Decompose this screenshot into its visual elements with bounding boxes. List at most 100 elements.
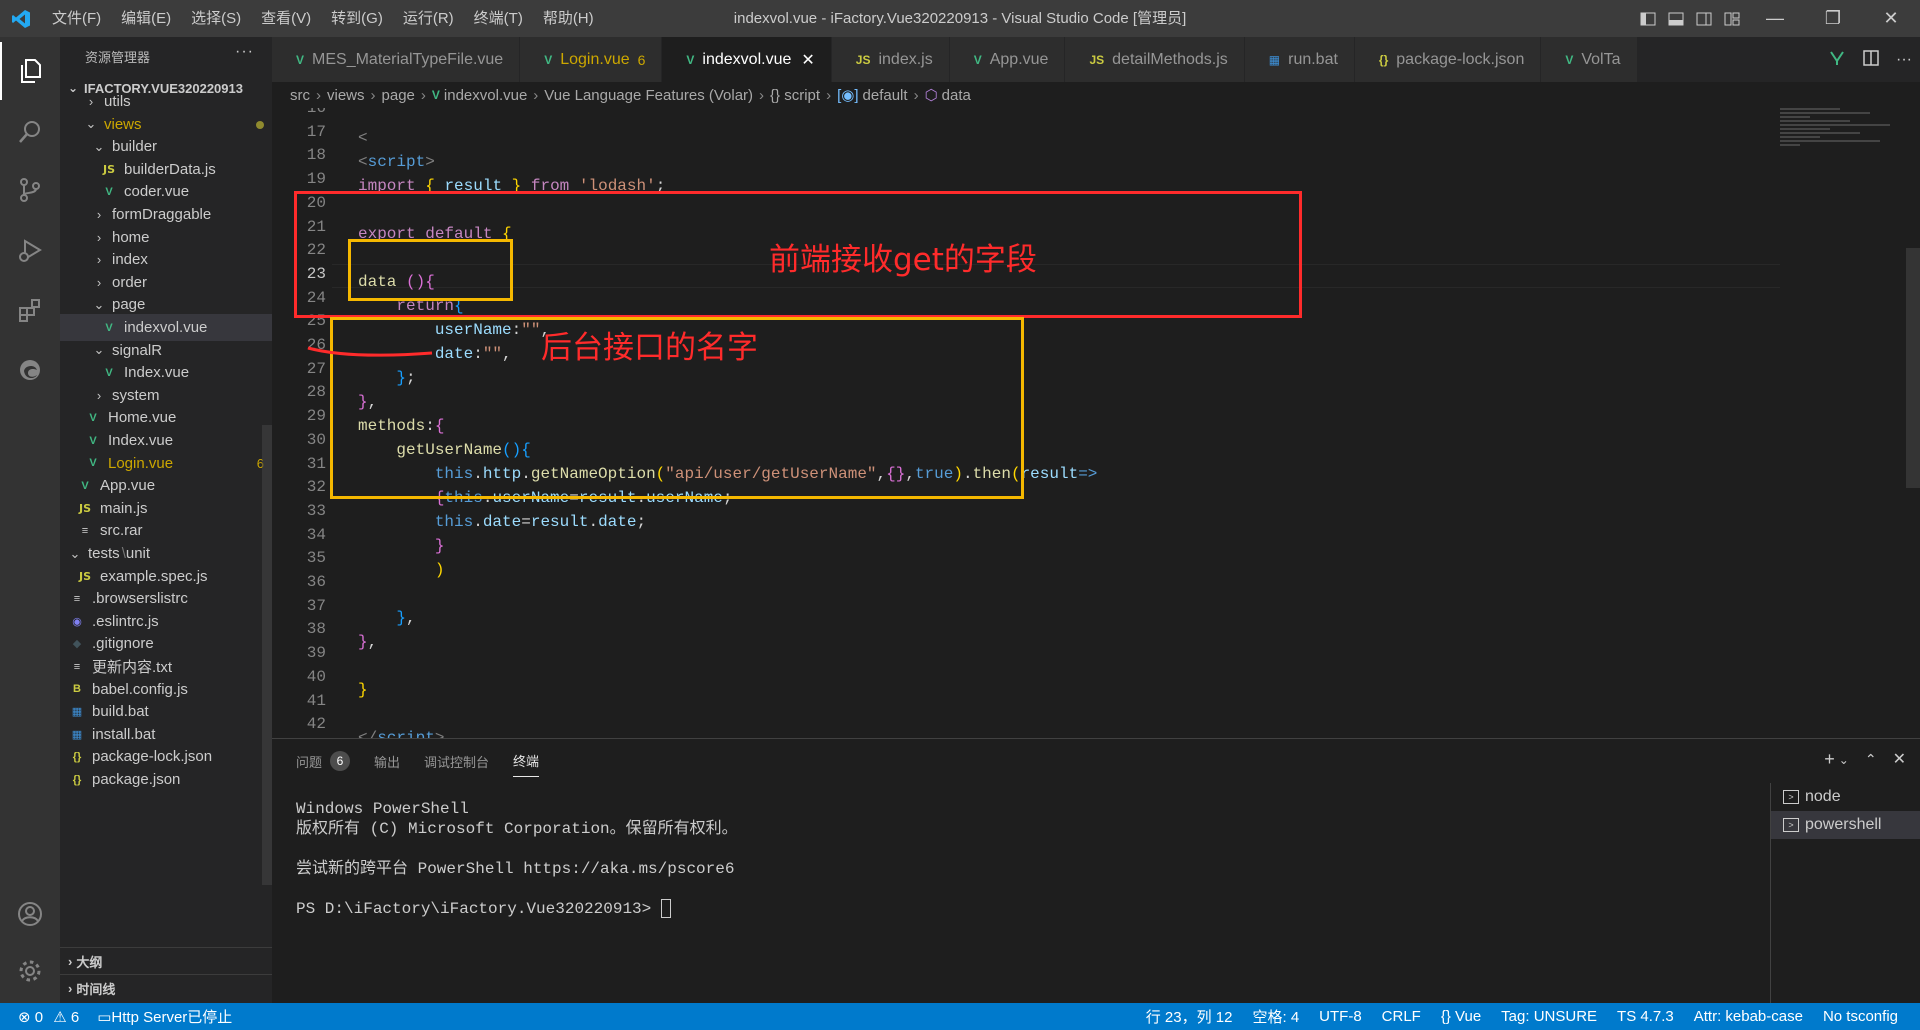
cursor-position[interactable]: 行 23，列 12 (1146, 1006, 1233, 1027)
chevron-right-icon: › (96, 207, 102, 222)
extensions-icon[interactable] (0, 281, 60, 339)
tab-debug-console[interactable]: 调试控制台 (424, 746, 489, 777)
tab-problems[interactable]: 问题 6 (296, 745, 351, 777)
minimize-icon[interactable]: — (1746, 0, 1804, 37)
terminal-line: 尝试新的跨平台 PowerShell https://aka.ms/pscore… (296, 860, 735, 878)
chevron-down-icon: ⌄ (85, 116, 97, 132)
timeline-section[interactable]: › 时间线 (60, 974, 272, 1001)
close-window-icon[interactable]: ✕ (1862, 0, 1920, 37)
breadcrumb-item[interactable]: default (863, 87, 908, 104)
editor-tab[interactable]: V VolTa (1541, 37, 1638, 82)
error-icon: ⊗ (18, 1008, 31, 1026)
menu-selection[interactable]: 选择(S) (181, 0, 251, 37)
outline-section[interactable]: › 大纲 (60, 947, 272, 974)
minimap[interactable] (1780, 108, 1900, 208)
tab-terminal[interactable]: 终端 (513, 745, 540, 777)
menu-terminal[interactable]: 终端(T) (464, 0, 533, 37)
http-server-status[interactable]: ▭Http Server已停止 (97, 1006, 232, 1027)
terminal-output[interactable]: Windows PowerShell 版权所有 (C) Microsoft Cor… (296, 799, 738, 919)
line-ending[interactable]: CRLF (1382, 1008, 1421, 1025)
editor-tab[interactable]: V App.vue (949, 37, 1066, 82)
settings-gear-icon[interactable] (0, 942, 60, 1000)
tsconfig-status[interactable]: No tsconfig (1823, 1008, 1898, 1025)
new-terminal-icon[interactable]: + (1824, 749, 1835, 770)
explorer-title: 资源管理器 (85, 49, 151, 65)
tab-label: MES_MaterialTypeFile.vue (312, 50, 504, 68)
breadcrumb-item[interactable]: data (942, 87, 971, 104)
code-editor[interactable]: 16 17 18 19 20 21 22 23 24 25 26 27 28 29 30 31 32 33 34 35… (272, 108, 1920, 738)
git-file-icon: ◆ (72, 638, 82, 651)
line-number: 38 (306, 620, 326, 639)
breadcrumb-item[interactable]: {} script (770, 87, 820, 104)
chevron-right-icon: › (826, 86, 832, 104)
editor-tabs: V MES_MaterialTypeFile.vue V Login.vue 6 Vind… (272, 37, 1920, 82)
explorer-icon[interactable] (0, 42, 60, 100)
line-number: 19 (306, 170, 326, 189)
tree-item-label: Index.vue (124, 364, 190, 382)
line-number: 25 (306, 312, 326, 331)
indentation[interactable]: 空格: 4 (1252, 1006, 1299, 1027)
terminal-node[interactable]: > node (1771, 783, 1920, 811)
editor-tab[interactable]: ▦ run.bat (1244, 37, 1355, 82)
breadcrumb-item[interactable]: src (290, 87, 310, 104)
attr-casing[interactable]: Attr: kebab-case (1694, 1008, 1803, 1025)
problems-status[interactable]: ⊗ 0 ⚠ 6 (18, 1008, 79, 1026)
editor-tab[interactable]: JS detailMethods.js (1065, 37, 1245, 82)
chevron-down-icon[interactable]: ⌄ (1839, 753, 1849, 770)
split-editor-icon[interactable] (1862, 49, 1880, 71)
tag-casing[interactable]: Tag: UNSURE (1501, 1008, 1597, 1025)
menu-help[interactable]: 帮助(H) (533, 0, 604, 37)
accounts-icon[interactable] (0, 885, 60, 943)
toggle-sidebar-icon[interactable] (1634, 0, 1662, 37)
tab-label: package-lock.json (1396, 50, 1525, 68)
more-tab-actions-icon[interactable]: ··· (1896, 51, 1912, 69)
menu-view[interactable]: 查看(V) (251, 0, 321, 37)
open-changes-icon[interactable] (1828, 49, 1846, 71)
code-content[interactable]: < <script> import { result } from 'lodas… (358, 108, 1097, 738)
menu-edit[interactable]: 编辑(E) (111, 0, 181, 37)
tree-item-suffix: \unit (121, 545, 151, 562)
search-icon[interactable] (0, 103, 60, 161)
menu-run[interactable]: 运行(R) (393, 0, 464, 37)
language-mode[interactable]: {} Vue (1441, 1008, 1481, 1025)
tree-file[interactable]: {} package.json (60, 766, 272, 793)
tab-output[interactable]: 输出 (374, 746, 400, 777)
vue-file-icon: V (544, 52, 553, 67)
breadcrumb-item[interactable]: indexvol.vue (444, 87, 527, 104)
encoding[interactable]: UTF-8 (1319, 1008, 1362, 1025)
vue-file-icon: V (89, 411, 97, 424)
line-number: 23 (306, 264, 326, 283)
tab-label: indexvol.vue (702, 50, 792, 68)
tree-item-label: home (112, 228, 150, 246)
chevron-right-icon: › (370, 86, 376, 104)
toggle-panel-icon[interactable] (1662, 0, 1690, 37)
editor-tab[interactable]: {} package-lock.json (1354, 37, 1542, 82)
close-tab-icon[interactable]: ✕ (801, 50, 814, 70)
terminal-powershell[interactable]: > powershell (1771, 811, 1920, 839)
source-control-icon[interactable] (0, 161, 60, 219)
close-panel-icon[interactable]: ✕ (1893, 749, 1906, 770)
toggle-secondary-sidebar-icon[interactable] (1690, 0, 1718, 37)
customize-layout-icon[interactable] (1718, 0, 1746, 37)
tab-terminal-label: 终端 (513, 754, 540, 769)
editor-tab[interactable]: V MES_MaterialTypeFile.vue (272, 37, 521, 82)
edge-devtools-icon[interactable] (0, 341, 60, 399)
editor-tab[interactable]: JS index.js (831, 37, 950, 82)
ts-version[interactable]: TS 4.7.3 (1617, 1008, 1674, 1025)
breadcrumb-item[interactable]: views (327, 87, 365, 104)
menu-goto[interactable]: 转到(G) (321, 0, 393, 37)
tree-item-label: Index.vue (108, 432, 174, 449)
breadcrumb-item[interactable]: page (382, 87, 415, 104)
more-actions-icon[interactable]: ··· (235, 43, 254, 61)
braces-icon: {} (1440, 1008, 1456, 1025)
maximize-panel-icon[interactable]: ⌃ (1865, 751, 1877, 770)
sidebar-scrollbar[interactable] (262, 425, 272, 885)
editor-tab[interactable]: Vindexvol.vue ✕ (662, 37, 832, 82)
editor-scrollbar[interactable] (1906, 248, 1920, 488)
editor-tab[interactable]: V Login.vue 6 (520, 37, 663, 82)
breadcrumb-item[interactable]: Vue Language Features (Volar) (544, 87, 753, 104)
tree-item-label: builderData.js (124, 160, 216, 178)
run-debug-icon[interactable] (0, 221, 60, 279)
restore-icon[interactable]: ❐ (1804, 0, 1862, 37)
menu-file[interactable]: 文件(F) (42, 0, 111, 37)
